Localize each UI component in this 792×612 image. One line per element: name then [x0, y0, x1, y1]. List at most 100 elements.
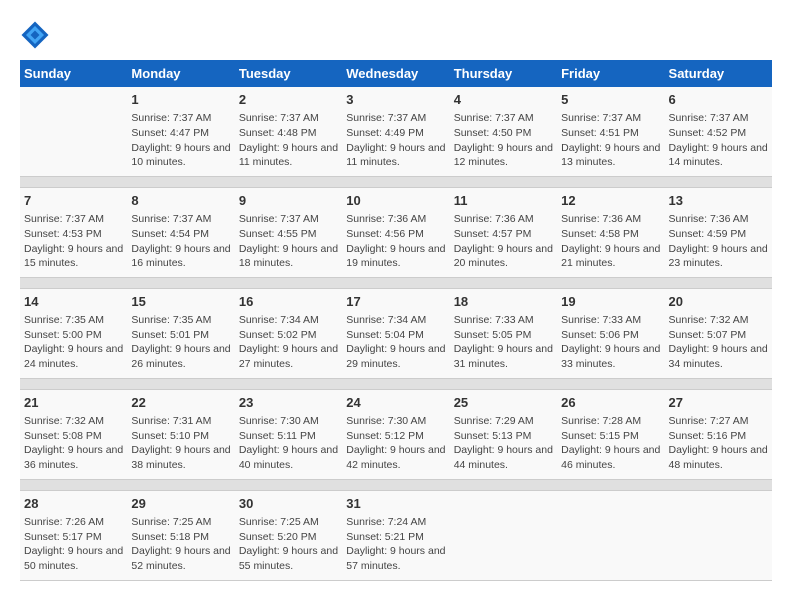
- day-number: 23: [239, 394, 338, 412]
- day-number: 12: [561, 192, 660, 210]
- sunrise-text: Sunrise: 7:37 AM: [239, 212, 338, 227]
- calendar-cell: 24Sunrise: 7:30 AMSunset: 5:12 PMDayligh…: [342, 389, 449, 479]
- daylight-text: Daylight: 9 hours and 48 minutes.: [669, 443, 768, 472]
- separator-cell: [20, 378, 772, 389]
- day-number: 3: [346, 91, 445, 109]
- daylight-text: Daylight: 9 hours and 34 minutes.: [669, 342, 768, 371]
- sunset-text: Sunset: 5:17 PM: [24, 530, 123, 545]
- sunset-text: Sunset: 4:51 PM: [561, 126, 660, 141]
- daylight-text: Daylight: 9 hours and 27 minutes.: [239, 342, 338, 371]
- calendar-cell: 20 Sunrise: 7:32 AMSunset: 5:07 PMDayligh…: [665, 288, 772, 378]
- daylight-text: Daylight: 9 hours and 16 minutes.: [131, 242, 230, 271]
- sunset-text: Sunset: 5:12 PM: [346, 429, 445, 444]
- daylight-text: Daylight: 9 hours and 33 minutes.: [561, 342, 660, 371]
- sunset-text: Sunset: 4:54 PM: [131, 227, 230, 242]
- sunset-text: Sunset: 5:07 PM: [669, 328, 768, 343]
- daylight-text: Daylight: 9 hours and 46 minutes.: [561, 443, 660, 472]
- sunset-text: Sunset: 4:59 PM: [669, 227, 768, 242]
- day-number: 14: [24, 293, 123, 311]
- sunrise-text: Sunrise: 7:36 AM: [346, 212, 445, 227]
- daylight-text: Daylight: 9 hours and 11 minutes.: [346, 141, 445, 170]
- sunset-text: Sunset: 5:13 PM: [454, 429, 553, 444]
- weekday-header-monday: Monday: [127, 60, 234, 87]
- sunrise-text: Sunrise: 7:37 AM: [454, 111, 553, 126]
- daylight-text: Daylight: 9 hours and 20 minutes.: [454, 242, 553, 271]
- sunrise-text: Sunrise: 7:37 AM: [131, 111, 230, 126]
- logo-icon: [20, 20, 50, 50]
- sunrise-text: Sunrise: 7:37 AM: [669, 111, 768, 126]
- sunset-text: Sunset: 5:05 PM: [454, 328, 553, 343]
- sunrise-text: Sunrise: 7:31 AM: [131, 414, 230, 429]
- daylight-text: Daylight: 9 hours and 36 minutes.: [24, 443, 123, 472]
- calendar-cell: 22Sunrise: 7:31 AMSunset: 5:10 PMDayligh…: [127, 389, 234, 479]
- separator-cell: [20, 176, 772, 187]
- calendar-cell: 1Sunrise: 7:37 AMSunset: 4:47 PMDaylight…: [127, 87, 234, 176]
- daylight-text: Daylight: 9 hours and 13 minutes.: [561, 141, 660, 170]
- sunrise-text: Sunrise: 7:32 AM: [669, 313, 768, 328]
- week-separator: [20, 277, 772, 288]
- sunrise-text: Sunrise: 7:30 AM: [239, 414, 338, 429]
- calendar-cell: 30Sunrise: 7:25 AMSunset: 5:20 PMDayligh…: [235, 490, 342, 580]
- calendar-cell: 26Sunrise: 7:28 AMSunset: 5:15 PMDayligh…: [557, 389, 664, 479]
- sunset-text: Sunset: 5:01 PM: [131, 328, 230, 343]
- day-number: 1: [131, 91, 230, 109]
- day-number: 21: [24, 394, 123, 412]
- sunrise-text: Sunrise: 7:36 AM: [454, 212, 553, 227]
- sunrise-text: Sunrise: 7:34 AM: [346, 313, 445, 328]
- sunrise-text: Sunrise: 7:36 AM: [561, 212, 660, 227]
- week-separator: [20, 479, 772, 490]
- calendar-cell: 28Sunrise: 7:26 AMSunset: 5:17 PMDayligh…: [20, 490, 127, 580]
- sunrise-text: Sunrise: 7:34 AM: [239, 313, 338, 328]
- calendar-week-row: 14 Sunrise: 7:35 AM Sunset: 5:00 PM Dayligh…: [20, 288, 772, 378]
- calendar-cell: 15Sunrise: 7:35 AMSunset: 5:01 PMDayligh…: [127, 288, 234, 378]
- daylight-text: Daylight: 9 hours and 11 minutes.: [239, 141, 338, 170]
- sunrise-text: Sunrise: 7:35 AM: [131, 313, 230, 328]
- calendar-cell: 31 Sunrise: 7:24 AMSunset: 5:21 PMDayligh…: [342, 490, 449, 580]
- calendar-cell: 4Sunrise: 7:37 AMSunset: 4:50 PMDaylight…: [450, 87, 557, 176]
- calendar-cell: 19Sunrise: 7:33 AMSunset: 5:06 PMDayligh…: [557, 288, 664, 378]
- weekday-header-row: SundayMondayTuesdayWednesdayThursdayFrid…: [20, 60, 772, 87]
- calendar-cell: 11Sunrise: 7:36 AMSunset: 4:57 PMDayligh…: [450, 187, 557, 277]
- separator-cell: [20, 277, 772, 288]
- calendar-cell: 21Sunrise: 7:32 AMSunset: 5:08 PMDayligh…: [20, 389, 127, 479]
- sunset-text: Sunset: 5:00 PM: [24, 328, 123, 343]
- calendar-week-row: 21Sunrise: 7:32 AMSunset: 5:08 PMDayligh…: [20, 389, 772, 479]
- day-number: 27: [669, 394, 768, 412]
- daylight-text: Daylight: 9 hours and 40 minutes.: [239, 443, 338, 472]
- calendar-cell: 25Sunrise: 7:29 AMSunset: 5:13 PMDayligh…: [450, 389, 557, 479]
- calendar-cell: [450, 490, 557, 580]
- daylight-text: Daylight: 9 hours and 18 minutes.: [239, 242, 338, 271]
- calendar-week-row: 1Sunrise: 7:37 AMSunset: 4:47 PMDaylight…: [20, 87, 772, 176]
- sunrise-text: Sunrise: 7:28 AM: [561, 414, 660, 429]
- day-number: 20: [669, 293, 768, 311]
- day-number: 31: [346, 495, 445, 513]
- sunset-text: Sunset: 4:57 PM: [454, 227, 553, 242]
- calendar-cell: 13Sunrise: 7:36 AMSunset: 4:59 PMDayligh…: [665, 187, 772, 277]
- day-number: 10: [346, 192, 445, 210]
- sunrise-text: Sunrise: 7:24 AM: [346, 515, 445, 530]
- day-number: 19: [561, 293, 660, 311]
- day-number: 28: [24, 495, 123, 513]
- sunset-text: Sunset: 4:53 PM: [24, 227, 123, 242]
- sunrise-text: Sunrise: 7:32 AM: [24, 414, 123, 429]
- daylight-text: Daylight: 9 hours and 26 minutes.: [131, 342, 230, 371]
- calendar-cell: 14Sunrise: 7:35 AMSunset: 5:00 PMDayligh…: [20, 288, 127, 378]
- calendar-cell: 12Sunrise: 7:36 AMSunset: 4:58 PMDayligh…: [557, 187, 664, 277]
- daylight-text: Daylight: 9 hours and 55 minutes.: [239, 544, 338, 573]
- calendar-cell: 27Sunrise: 7:27 AMSunset: 5:16 PMDayligh…: [665, 389, 772, 479]
- calendar-cell: 3Sunrise: 7:37 AMSunset: 4:49 PMDaylight…: [342, 87, 449, 176]
- calendar-cell: 29Sunrise: 7:25 AMSunset: 5:18 PMDayligh…: [127, 490, 234, 580]
- sunset-text: Sunset: 5:21 PM: [346, 530, 445, 545]
- calendar-cell: 23Sunrise: 7:30 AMSunset: 5:11 PMDayligh…: [235, 389, 342, 479]
- day-number: 2: [239, 91, 338, 109]
- day-number: 17: [346, 293, 445, 311]
- sunrise-text: Sunrise: 7:37 AM: [239, 111, 338, 126]
- weekday-header-sunday: Sunday: [20, 60, 127, 87]
- sunset-text: Sunset: 4:56 PM: [346, 227, 445, 242]
- sunrise-text: Sunrise: 7:37 AM: [346, 111, 445, 126]
- sunrise-text: Sunrise: 7:27 AM: [669, 414, 768, 429]
- daylight-text: Daylight: 9 hours and 31 minutes.: [454, 342, 553, 371]
- daylight-text: Daylight: 9 hours and 57 minutes.: [346, 544, 445, 573]
- day-number: 9: [239, 192, 338, 210]
- daylight-text: Daylight: 9 hours and 23 minutes.: [669, 242, 768, 271]
